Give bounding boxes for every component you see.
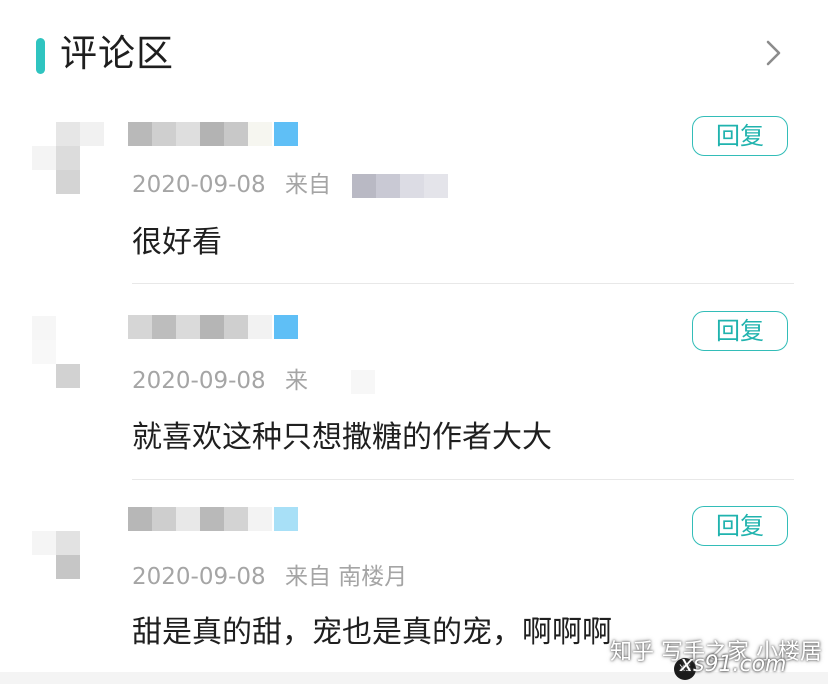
comment-source: 来自 bbox=[284, 172, 331, 198]
reply-button[interactable]: 回复 bbox=[692, 311, 788, 351]
chevron-right-icon[interactable] bbox=[758, 38, 788, 68]
watermark-site: xs91.com bbox=[680, 652, 787, 677]
comment-meta: 2020-09-08 来自 南楼月 bbox=[132, 562, 407, 592]
username-blurred[interactable] bbox=[128, 122, 300, 146]
user-tag-badge bbox=[274, 122, 298, 146]
comment-meta: 2020-09-08 来自 bbox=[132, 170, 449, 200]
comment-date: 2020-09-08 bbox=[132, 172, 266, 198]
reply-button[interactable]: 回复 bbox=[692, 116, 788, 156]
comment-section-header: 评论区 bbox=[0, 0, 828, 100]
avatar[interactable] bbox=[30, 507, 110, 587]
divider bbox=[132, 283, 794, 284]
reply-button[interactable]: 回复 bbox=[692, 506, 788, 546]
comment-meta: 2020-09-08 来 bbox=[132, 366, 376, 396]
divider bbox=[132, 479, 794, 480]
comment-text: 很好看 bbox=[132, 225, 222, 260]
comment-date: 2020-09-08 bbox=[132, 564, 266, 590]
avatar[interactable] bbox=[30, 122, 110, 202]
watermark: 知乎 写手之家 小楼居 XS xs91.com bbox=[590, 628, 828, 684]
comment-source: 来自 南楼月 bbox=[284, 564, 408, 590]
username-blurred[interactable] bbox=[128, 507, 300, 531]
section-title: 评论区 bbox=[60, 32, 174, 75]
user-tag-badge bbox=[274, 507, 298, 531]
title-accent-bar bbox=[36, 38, 45, 74]
comment-text: 甜是真的甜，宠也是真的宠，啊啊啊 bbox=[132, 615, 612, 650]
comment-source: 来 bbox=[284, 368, 308, 394]
comment-date: 2020-09-08 bbox=[132, 368, 266, 394]
user-tag-badge bbox=[274, 315, 298, 339]
comment-text: 就喜欢这种只想撒糖的作者大大 bbox=[132, 420, 552, 455]
avatar[interactable] bbox=[30, 316, 110, 396]
username-blurred[interactable] bbox=[128, 315, 300, 339]
